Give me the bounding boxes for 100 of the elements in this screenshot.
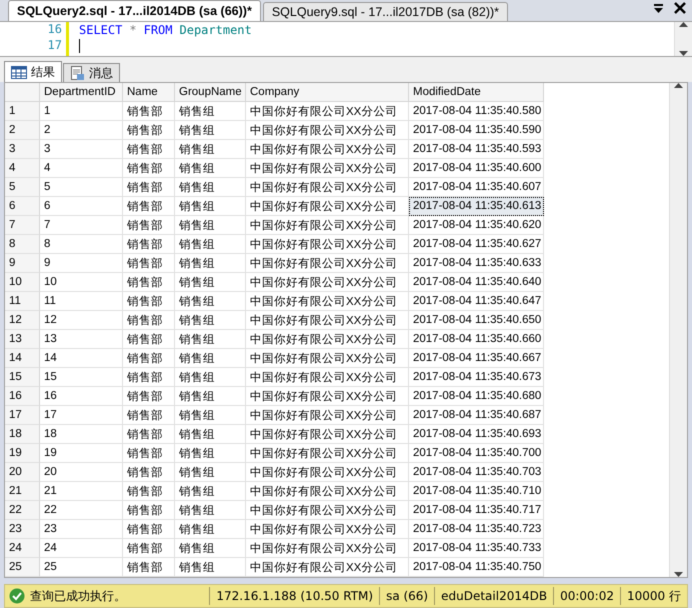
table-cell: 2017-08-04 11:35:40.580 — [409, 102, 544, 122]
table-cell: 销售部 — [123, 482, 175, 502]
row-number[interactable]: 6 — [5, 197, 40, 216]
table-cell: 中国你好有限公司XX分公司 — [246, 197, 409, 216]
table-cell: 中国你好有限公司XX分公司 — [246, 216, 409, 236]
table-cell: 销售组 — [175, 425, 246, 444]
table-cell: 中国你好有限公司XX分公司 — [246, 444, 409, 464]
table-cell: 10 — [40, 273, 123, 292]
user-name: sa (66) — [379, 587, 434, 606]
table-cell: 2017-08-04 11:35:40.600 — [409, 159, 544, 178]
code-token: FROM — [144, 23, 172, 37]
row-number[interactable]: 15 — [5, 368, 40, 388]
table-cell: 12 — [40, 311, 123, 330]
row-number[interactable]: 2 — [5, 121, 40, 140]
result-tab[interactable]: 结果 — [4, 61, 62, 82]
document-tab[interactable]: SQLQuery2.sql - 17...il2014DB (sa (66))* — [8, 0, 261, 21]
table-cell: 中国你好有限公司XX分公司 — [246, 349, 409, 368]
table-cell: 销售组 — [175, 539, 246, 558]
table-cell: 销售组 — [175, 501, 246, 520]
row-number[interactable]: 17 — [5, 406, 40, 426]
table-cell: 销售部 — [123, 216, 175, 236]
row-number[interactable]: 10 — [5, 273, 40, 292]
row-number[interactable]: 3 — [5, 140, 40, 160]
row-number[interactable]: 19 — [5, 444, 40, 464]
table-cell: 8 — [40, 235, 123, 254]
table-cell: 11 — [40, 292, 123, 312]
column-header[interactable]: DepartmentID — [40, 83, 123, 102]
table-cell: 销售组 — [175, 558, 246, 578]
table-cell: 2017-08-04 11:35:40.593 — [409, 140, 544, 160]
close-icon[interactable] — [674, 2, 686, 14]
row-number[interactable]: 16 — [5, 387, 40, 406]
database-name: eduDetail2014DB — [434, 587, 554, 606]
row-number[interactable]: 12 — [5, 311, 40, 330]
table-cell: 中国你好有限公司XX分公司 — [246, 425, 409, 444]
code-token: * — [129, 23, 137, 37]
table-cell: 中国你好有限公司XX分公司 — [246, 273, 409, 292]
table-cell: 2017-08-04 11:35:40.680 — [409, 387, 544, 406]
row-number[interactable]: 24 — [5, 539, 40, 558]
row-number[interactable]: 25 — [5, 558, 40, 578]
row-number[interactable]: 13 — [5, 330, 40, 350]
row-number[interactable]: 23 — [5, 520, 40, 540]
table-cell: 2017-08-04 11:35:40.750 — [409, 558, 544, 578]
table-cell: 2 — [40, 121, 123, 140]
table-cell: 销售部 — [123, 102, 175, 122]
code-token: SELECT — [79, 23, 122, 37]
table-cell: 中国你好有限公司XX分公司 — [246, 102, 409, 122]
column-header[interactable]: GroupName — [175, 83, 246, 102]
table-cell: 18 — [40, 425, 123, 444]
table-cell: 销售部 — [123, 520, 175, 540]
row-number[interactable]: 4 — [5, 159, 40, 178]
column-header[interactable]: ModifiedDate — [409, 83, 544, 102]
column-header[interactable]: Company — [246, 83, 409, 102]
column-header[interactable]: Name — [123, 83, 175, 102]
table-cell: 1 — [40, 102, 123, 122]
table-cell: 2017-08-04 11:35:40.687 — [409, 406, 544, 426]
table-cell: 销售组 — [175, 387, 246, 406]
row-number[interactable]: 22 — [5, 501, 40, 520]
table-cell: 销售部 — [123, 368, 175, 388]
dropdown-icon[interactable] — [653, 2, 664, 14]
document-tab[interactable]: SQLQuery9.sql - 17...il2017DB (sa (82))* — [262, 2, 508, 21]
table-cell: 销售组 — [175, 520, 246, 540]
table-cell: 2017-08-04 11:35:40.627 — [409, 235, 544, 254]
table-cell: 中国你好有限公司XX分公司 — [246, 539, 409, 558]
table-cell: 2017-08-04 11:35:40.640 — [409, 273, 544, 292]
table-cell: 销售组 — [175, 482, 246, 502]
row-number[interactable]: 20 — [5, 463, 40, 482]
table-cell: 17 — [40, 406, 123, 426]
row-number[interactable]: 8 — [5, 235, 40, 254]
table-cell: 销售组 — [175, 444, 246, 464]
row-number[interactable]: 21 — [5, 482, 40, 502]
table-cell: 2017-08-04 11:35:40.723 — [409, 520, 544, 540]
row-number[interactable]: 11 — [5, 292, 40, 312]
table-cell: 6 — [40, 197, 123, 216]
scrollbar[interactable] — [669, 83, 687, 578]
row-number[interactable]: 18 — [5, 425, 40, 444]
table-cell: 2017-08-04 11:35:40.620 — [409, 216, 544, 236]
row-number[interactable]: 14 — [5, 349, 40, 368]
row-number[interactable]: 9 — [5, 254, 40, 274]
table-cell: 销售部 — [123, 539, 175, 558]
table-cell: 中国你好有限公司XX分公司 — [246, 311, 409, 330]
scrollbar[interactable] — [674, 22, 692, 56]
row-number[interactable]: 7 — [5, 216, 40, 236]
table-cell: 销售组 — [175, 102, 246, 122]
table-cell: 销售部 — [123, 311, 175, 330]
table-cell: 中国你好有限公司XX分公司 — [246, 482, 409, 502]
table-cell: 2017-08-04 11:35:40.700 — [409, 444, 544, 464]
table-cell: 销售组 — [175, 349, 246, 368]
server-name: 172.16.1.188 (10.50 RTM) — [209, 587, 380, 606]
row-number[interactable]: 1 — [5, 102, 40, 122]
table-cell: 销售组 — [175, 254, 246, 274]
table-cell: 销售部 — [123, 349, 175, 368]
line-number: 17 — [48, 38, 62, 54]
scroll-down-icon[interactable] — [674, 572, 683, 578]
table-cell: 中国你好有限公司XX分公司 — [246, 159, 409, 178]
table-cell: 销售组 — [175, 159, 246, 178]
result-tab[interactable]: 消息 — [63, 63, 120, 82]
table-cell: 销售组 — [175, 235, 246, 254]
row-number[interactable]: 5 — [5, 178, 40, 198]
table-cell: 2017-08-04 11:35:40.647 — [409, 292, 544, 312]
table-cell: 销售组 — [175, 197, 246, 216]
